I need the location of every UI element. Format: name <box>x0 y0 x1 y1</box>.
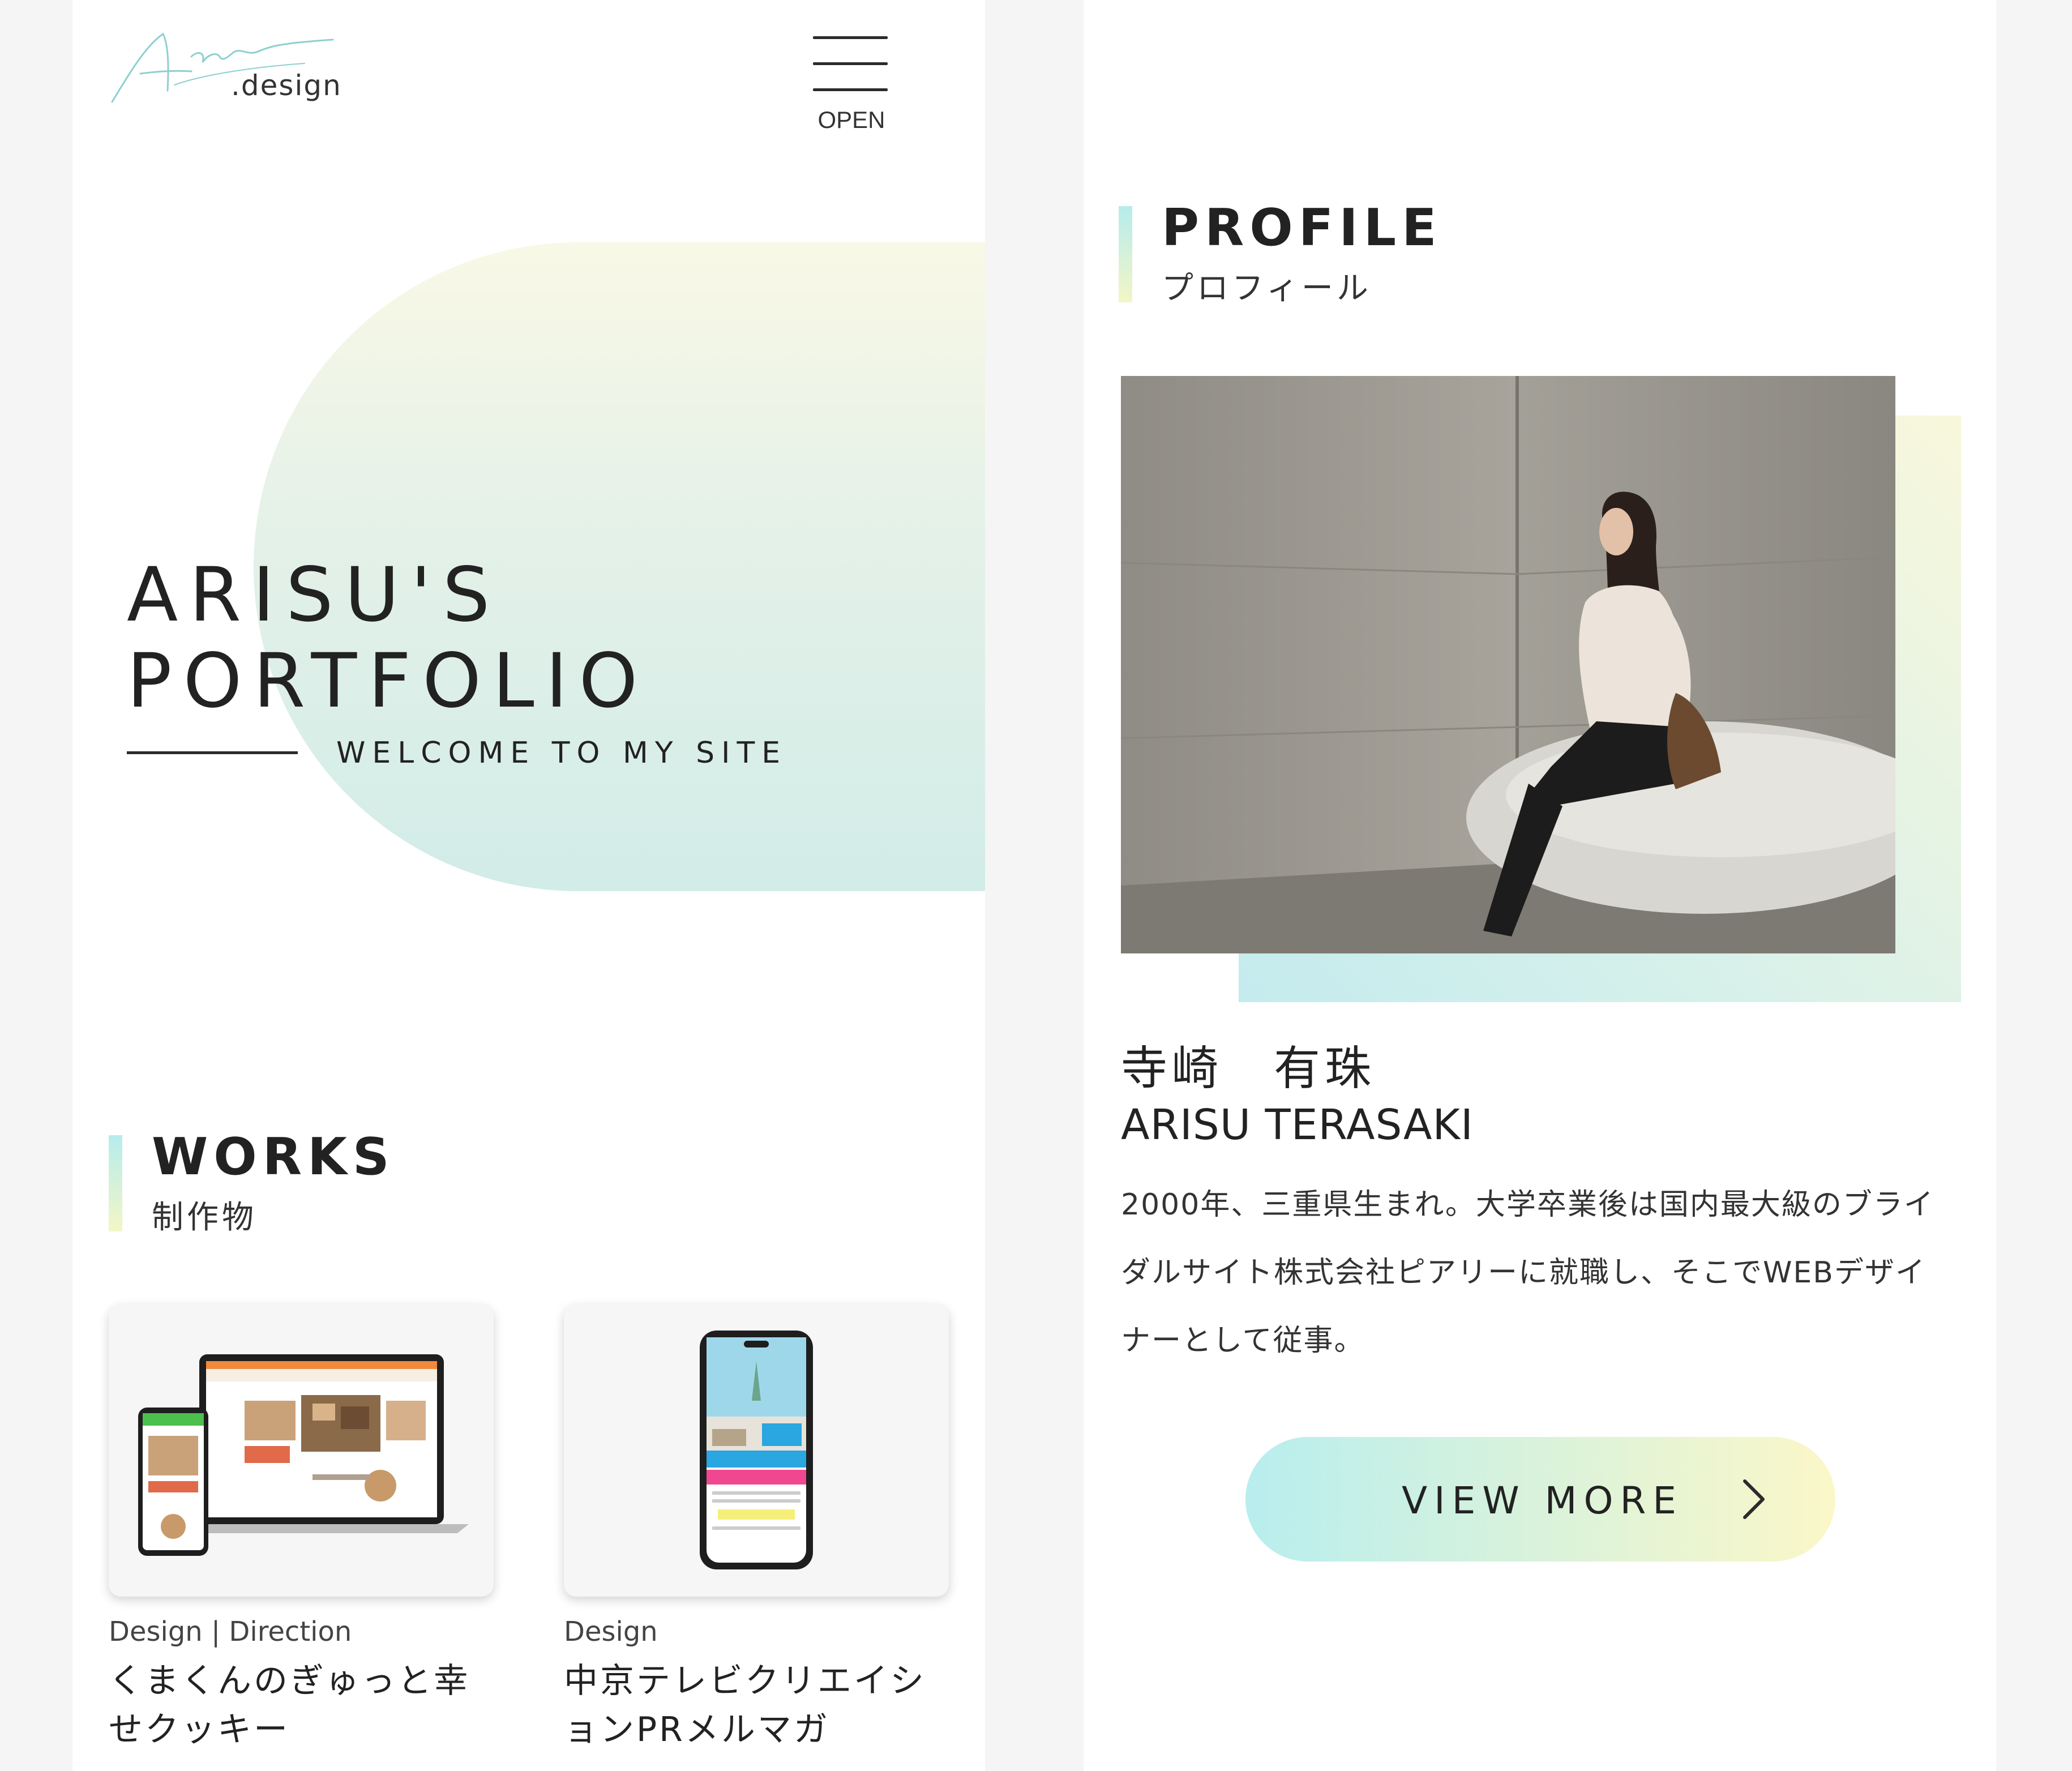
hero-divider <box>127 751 298 754</box>
work-title[interactable]: くまくんのぎゅっと幸せクッキー <box>109 1657 505 1754</box>
hero-title: ARISU'S PORTFOLIO <box>127 552 649 724</box>
view-more-label: VIEW MORE <box>1402 1479 1684 1522</box>
logo-text: .design <box>231 69 342 102</box>
work-thumbnail[interactable] <box>564 1304 949 1597</box>
profile-name-japanese: 寺崎 有珠 <box>1121 1042 1376 1096</box>
works-subtitle: 制作物 <box>152 1199 257 1236</box>
view-more-button[interactable]: VIEW MORE <box>1245 1437 1835 1562</box>
menu-open-label: OPEN <box>817 106 885 133</box>
work-tag: Design | Direction <box>109 1616 352 1648</box>
profile-photo <box>1121 376 1895 953</box>
site-logo[interactable]: .design <box>106 23 367 113</box>
hero-title-line-1: ARISU'S <box>127 551 502 639</box>
section-accent-bar <box>109 1135 122 1231</box>
hero-subtitle: WELCOME TO MY SITE <box>336 736 787 770</box>
section-accent-bar <box>1119 206 1132 302</box>
profile-photo-illustration <box>1121 376 1895 953</box>
home-panel: .design OPEN ARISU'S PORTFOLIO WELCOME T… <box>72 0 985 1771</box>
work-tag: Design <box>564 1616 658 1648</box>
profile-subtitle: プロフィール <box>1162 270 1372 307</box>
laptop-phone-mockup-image <box>138 1354 469 1556</box>
chevron-right-icon <box>1743 1479 1765 1519</box>
profile-name-english: ARISU TERASAKI <box>1121 1101 1474 1149</box>
works-title: WORKS <box>152 1127 395 1187</box>
menu-open-button[interactable]: OPEN <box>813 34 890 142</box>
profile-title: PROFILE <box>1162 198 1442 258</box>
work-card[interactable]: Design 中京テレビクリエイションPRメルマガ <box>564 1304 949 1749</box>
profile-panel: PROFILE プロフィール 寺崎 有珠 ARISU TERASAKI 2000… <box>1084 0 1996 1771</box>
work-thumbnail[interactable] <box>109 1304 494 1597</box>
profile-bio: 2000年、三重県生まれ。大学卒業後は国内最大級のブライダルサイト株式会社ピアリ… <box>1121 1188 1934 1358</box>
hero-title-line-2: PORTFOLIO <box>127 638 649 725</box>
work-title[interactable]: 中京テレビクリエイションPRメルマガ <box>564 1657 960 1754</box>
phone-mockup-image <box>700 1331 813 1569</box>
work-card[interactable]: Design | Direction くまくんのぎゅっと幸せクッキー <box>109 1304 494 1749</box>
